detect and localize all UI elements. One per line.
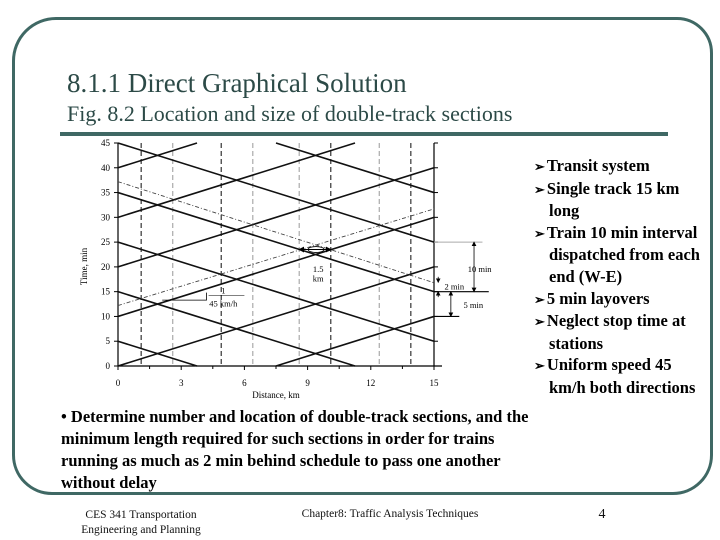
task-statement: • Determine number and location of doubl… bbox=[61, 407, 529, 492]
slope-run-label: 45 km/h bbox=[209, 299, 238, 309]
bullet-text: Neglect stop time at stations bbox=[546, 311, 686, 353]
x-tick-label: 15 bbox=[430, 378, 440, 388]
footer-course-line1: CES 341 Transportation bbox=[85, 509, 197, 521]
y-tick-label: 0 bbox=[106, 361, 111, 371]
westbound-train-line bbox=[117, 142, 435, 243]
bullet-text: Transit system bbox=[546, 156, 650, 175]
arrow-bullet-icon: ➢ bbox=[534, 291, 545, 307]
y-tick-label: 5 bbox=[106, 336, 111, 346]
bullet-item: ➢ 5 min layovers bbox=[534, 288, 704, 311]
y-axis-label: Time, min bbox=[79, 247, 89, 285]
bullet-item: ➢ Uniform speed 45 km/h both directions bbox=[534, 354, 704, 398]
x-tick-label: 12 bbox=[366, 378, 375, 388]
footer-chapter: Chapter8: Traffic Analysis Techniques bbox=[301, 508, 479, 520]
assumptions-list: ➢ Transit system ➢ Single track 15 km long ➢… bbox=[534, 155, 704, 399]
y-tick-label: 20 bbox=[101, 262, 111, 272]
y-tick-label: 45 bbox=[101, 138, 111, 148]
bullet-text: Single track 15 km long bbox=[546, 178, 680, 221]
layover-label: 5 min bbox=[463, 300, 483, 310]
arrow-bullet-icon: ➢ bbox=[534, 358, 545, 374]
eastbound-train-line bbox=[117, 266, 435, 367]
footer-course: CES 341 Transportation Engineering and P… bbox=[62, 508, 220, 538]
section-length-unit: km bbox=[313, 273, 324, 283]
bullet-item: ➢ Train 10 min interval dispatched from e… bbox=[534, 222, 704, 288]
delay-label: 2 min bbox=[445, 282, 465, 292]
y-tick-label: 25 bbox=[101, 237, 111, 247]
bullet-item: ➢ Single track 15 km long bbox=[534, 178, 704, 222]
page-number: 4 bbox=[598, 507, 606, 522]
bullet-text: 5 min layovers bbox=[546, 288, 650, 308]
y-tick-label: 40 bbox=[101, 163, 111, 173]
y-tick-label: 35 bbox=[101, 188, 111, 198]
y-tick-label: 10 bbox=[101, 311, 111, 321]
footer-course-line2: Engineering and Planning bbox=[81, 524, 201, 536]
arrow-bullet-icon: ➢ bbox=[534, 159, 545, 174]
bullet-item: ➢ Transit system bbox=[534, 155, 704, 178]
y-tick-label: 30 bbox=[101, 212, 111, 222]
bullet-item: ➢ Neglect stop time at stations bbox=[534, 310, 704, 354]
slope-rise-label: 1 bbox=[221, 286, 225, 296]
x-tick-label: 9 bbox=[305, 378, 310, 388]
x-tick-label: 6 bbox=[242, 378, 247, 388]
y-tick-label: 15 bbox=[101, 287, 111, 297]
westbound-train-line bbox=[117, 191, 435, 293]
eastbound-train-line bbox=[117, 167, 435, 268]
arrow-bullet-icon: ➢ bbox=[534, 225, 545, 241]
eastbound-train-line bbox=[275, 315, 435, 367]
x-tick-label: 3 bbox=[179, 378, 184, 388]
x-axis-label: Distance, km bbox=[252, 390, 300, 400]
arrow-bullet-icon: ➢ bbox=[534, 314, 545, 330]
bullet-text: Train 10 min interval dispatched from ea… bbox=[546, 222, 700, 286]
bullet-text: Uniform speed 45 km/h both directions bbox=[546, 355, 696, 397]
arrow-bullet-icon: ➢ bbox=[534, 181, 545, 197]
headway-label: 10 min bbox=[468, 264, 493, 274]
x-tick-label: 0 bbox=[116, 378, 121, 388]
